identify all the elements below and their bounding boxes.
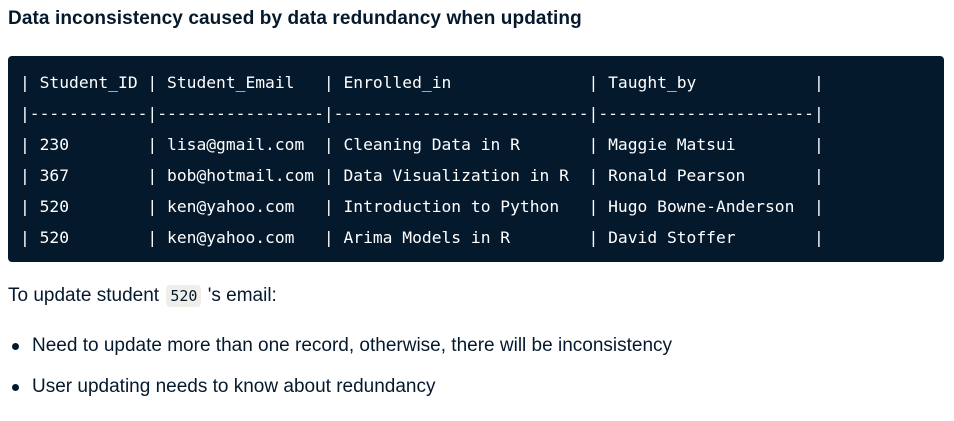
intro-paragraph: To update student 520 's email: [8, 283, 277, 309]
table-row: | 520 | ken@yahoo.com | Arima Models in … [20, 228, 824, 247]
table-row: | 367 | bob@hotmail.com | Data Visualiza… [20, 166, 824, 185]
table-text: | Student_ID | Student_Email | Enrolled_… [20, 67, 932, 253]
table-row: | 520 | ken@yahoo.com | Introduction to … [20, 197, 824, 216]
intro-text-after: 's email: [207, 285, 277, 306]
inline-code-student-id: 520 [166, 285, 202, 307]
bullet-icon [12, 384, 19, 391]
bullet-icon [12, 343, 19, 350]
bullet-list: Need to update more than one record, oth… [8, 333, 672, 415]
table-header-row: | Student_ID | Student_Email | Enrolled_… [20, 73, 824, 92]
list-item-text: User updating needs to know about redund… [32, 376, 436, 397]
table-row: | 230 | lisa@gmail.com | Cleaning Data i… [20, 135, 824, 154]
list-item: Need to update more than one record, oth… [8, 333, 672, 359]
page-title: Data inconsistency caused by data redund… [8, 8, 582, 29]
list-item-text: Need to update more than one record, oth… [32, 335, 673, 356]
list-item: User updating needs to know about redund… [8, 374, 672, 400]
code-block-table: | Student_ID | Student_Email | Enrolled_… [8, 56, 944, 262]
intro-text-before: To update student [8, 285, 160, 306]
table-separator-row: |------------|-----------------|--------… [20, 104, 824, 123]
